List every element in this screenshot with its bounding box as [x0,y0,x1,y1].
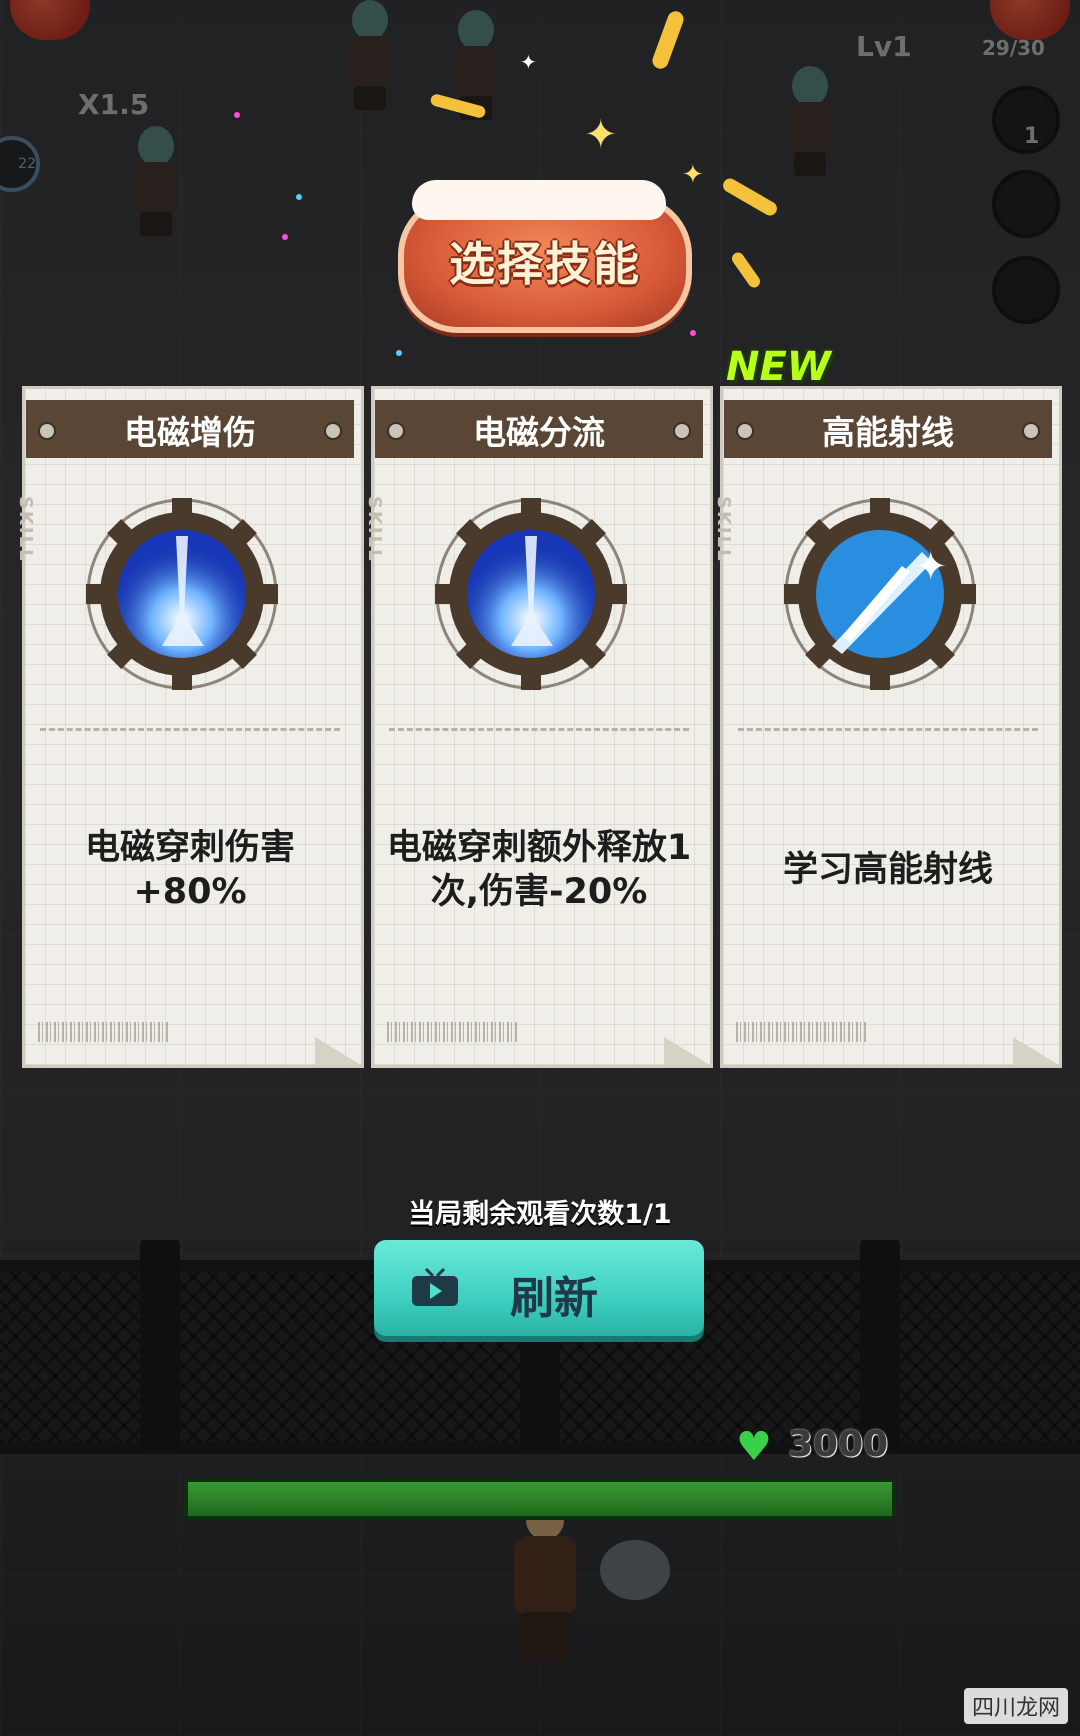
skill-title: 电磁增伤 [124,413,256,452]
hp-value: 3000 [788,1424,889,1465]
heart-icon: ♥ [736,1424,772,1470]
barcode-decoration [387,1022,517,1042]
svg-text:✦: ✦ [914,544,948,590]
skill-card-2[interactable]: 电磁分流 SKILL 电磁穿刺额外释放1次,伤害-20% [364,386,713,1068]
skill-description: 电磁穿刺伤害+80% [84,828,295,912]
card-divider [738,728,1038,731]
remaining-views-text: 当局剩余观看次数1/1 [408,1199,672,1230]
electromagnetic-pierce-icon [435,498,627,690]
barcode-decoration [38,1022,168,1042]
game-screen: X1.5 Lv1 29/30 22 1 ✦ ✦ ✦ 选择技能 NEW 电磁增伤 … [0,0,1080,1736]
electromagnetic-pierce-icon [86,498,278,690]
refresh-button[interactable]: 刷新 [374,1240,704,1336]
skill-title: 电磁分流 [473,413,605,452]
page-fold [664,1037,710,1065]
skill-tag: SKILL [15,496,36,563]
hp-bar-fill [188,1482,892,1516]
refresh-label: 刷新 [510,1273,598,1324]
hp-bar [184,1478,896,1520]
new-badge: NEW [726,344,831,390]
sparkle-icon: ✦ [520,50,537,74]
sparkle-icon: ✦ [584,112,618,158]
skill-title: 高能射线 [822,413,954,452]
page-fold [315,1037,361,1065]
skill-tag: SKILL [364,496,385,563]
page-title: 选择技能 [449,237,641,291]
sparkle-icon: ✦ [682,160,704,190]
high-energy-ray-icon: ✦ [784,498,976,690]
tv-icon [412,1268,458,1306]
skill-tag: SKILL [713,496,734,563]
skill-card-1[interactable]: 电磁增伤 SKILL 电磁穿刺伤害+80% [15,386,364,1068]
watermark: 四川龙网 [963,1688,1068,1724]
page-fold [1013,1037,1059,1065]
skill-card-3[interactable]: 高能射线 SKILL ✦ 学习高能射线 [713,386,1062,1068]
card-divider [40,728,340,731]
skill-description: 学习高能射线 [782,850,993,890]
card-divider [389,728,689,731]
title-snow-cap [412,180,666,220]
barcode-decoration [736,1022,866,1042]
skill-description: 电磁穿刺额外释放1次,伤害-20% [386,828,692,912]
